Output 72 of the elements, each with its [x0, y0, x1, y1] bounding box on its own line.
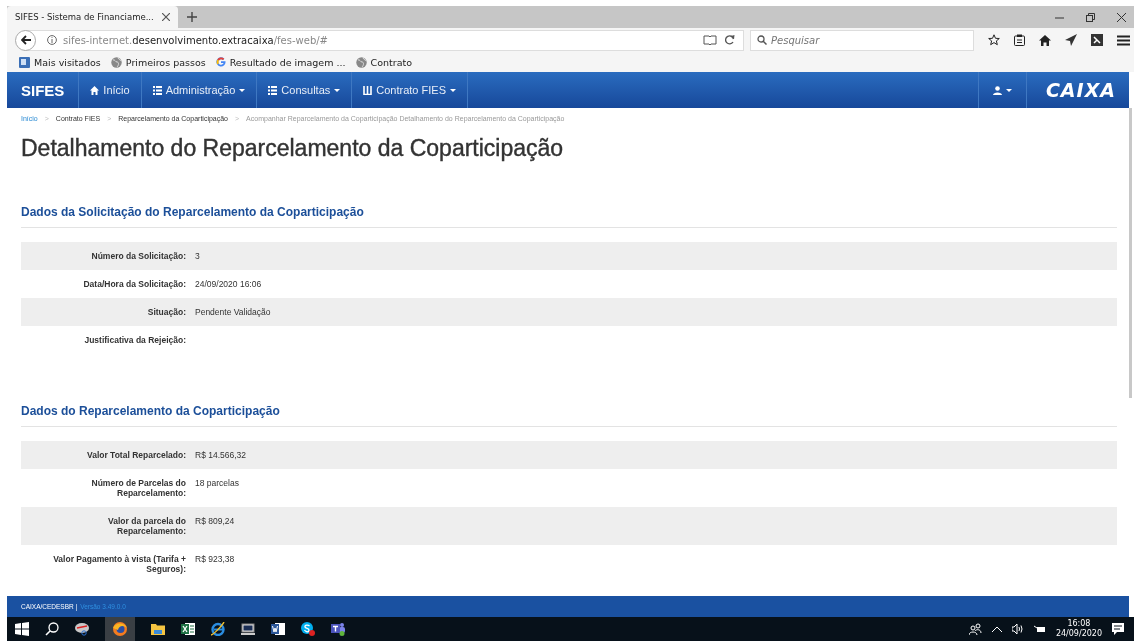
star-icon[interactable] — [988, 34, 1000, 46]
file-explorer-icon[interactable] — [151, 622, 165, 636]
volume-icon[interactable] — [1011, 624, 1024, 634]
reader-view-icon[interactable] — [703, 35, 717, 45]
field-label: Número da Solicitação: — [90, 251, 186, 261]
globe-icon — [355, 56, 367, 68]
chevron-up-icon[interactable] — [991, 626, 1002, 632]
field-label: Situação: — [146, 307, 186, 317]
extension-icon[interactable] — [1091, 34, 1103, 46]
snipping-tool-icon[interactable] — [75, 622, 89, 636]
field-value: R$ 14.566,32 — [195, 450, 248, 460]
google-icon — [215, 57, 226, 67]
search-icon — [757, 35, 767, 45]
bookmark-link[interactable]: Resultado de imagem ... — [215, 56, 346, 68]
scrollbar-thumb[interactable] — [1129, 108, 1132, 398]
firefox-icon[interactable] — [113, 622, 127, 636]
people-icon[interactable] — [968, 623, 982, 635]
bookmark-link[interactable]: Mais visitados — [19, 56, 101, 68]
search-icon[interactable] — [45, 622, 59, 636]
battery-plug-icon[interactable] — [1033, 625, 1046, 633]
notification-icon[interactable] — [1112, 623, 1124, 635]
bookmark-link[interactable]: Contrato — [355, 56, 412, 68]
field-label: Justificativa da Rejeição: — [83, 335, 186, 345]
bookmark-link[interactable]: Primeiros passos — [110, 56, 206, 68]
section-heading: Dados do Reparcelamento da Coparticipação — [21, 404, 1117, 427]
back-arrow-icon — [20, 35, 31, 45]
reload-icon[interactable] — [725, 35, 735, 45]
new-tab-icon[interactable] — [186, 12, 197, 22]
paper-plane-icon[interactable] — [1065, 34, 1077, 46]
caixa-logo: CAIXA — [1044, 78, 1117, 103]
close-icon[interactable] — [161, 13, 170, 21]
browser-tab[interactable]: SIFES - Sistema de Financiame... — [7, 6, 178, 28]
field-label: Valor Total Reparcelado: — [85, 450, 186, 460]
list-icon — [152, 85, 162, 95]
search-field[interactable]: Pesquisar — [750, 29, 974, 51]
field-label: Data/Hora da Solicitação: — [82, 279, 186, 289]
search-input[interactable]: Pesquisar — [771, 34, 951, 46]
url-text: sifes-internet.desenvolvimento.extracaixa/fes-web/# — [63, 34, 328, 46]
word-icon[interactable] — [271, 622, 285, 636]
field-value: R$ 923,38 — [195, 554, 236, 566]
clipboard-icon[interactable] — [1014, 34, 1025, 46]
list-icon — [268, 85, 278, 95]
globe-icon — [110, 56, 122, 68]
field-label: Número de Parcelas do Reparcelamento: — [90, 478, 186, 498]
taskbar-clock[interactable]: 16:08 24/09/2020 — [1055, 619, 1102, 639]
home-icon[interactable] — [1039, 34, 1051, 46]
excel-icon[interactable] — [181, 622, 195, 636]
bookmark-folder-icon — [19, 56, 30, 68]
computer-icon[interactable] — [241, 622, 255, 636]
page-title: Detalhamento do Reparcelamento da Coparticipação — [21, 135, 565, 162]
section-heading: Dados da Solicitação do Reparcelamento da Coparticipação — [21, 205, 1117, 228]
restore-icon[interactable] — [1086, 12, 1095, 22]
windows-start-icon[interactable] — [15, 622, 29, 636]
back-button[interactable] — [15, 29, 36, 51]
field-label: Valor Pagamento à vista (Tarifa + Seguros): — [52, 554, 186, 574]
skype-icon[interactable] — [301, 622, 315, 636]
info-icon — [47, 35, 57, 45]
field-label: Valor da parcela do Reparcelamento: — [107, 516, 186, 536]
caret-icon — [1005, 88, 1012, 92]
user-icon — [992, 85, 1002, 95]
field-value: R$ 809,24 — [195, 516, 236, 528]
taskbar-app-button[interactable] — [105, 617, 135, 641]
columns-icon — [363, 85, 373, 95]
field-value: 24/09/2020 16:06 — [195, 279, 263, 289]
field-value: 18 parcelas — [195, 478, 240, 490]
teams-icon[interactable] — [331, 622, 345, 636]
internet-explorer-icon[interactable] — [211, 622, 225, 636]
menu-icon[interactable] — [1117, 34, 1130, 46]
field-value: 3 — [195, 251, 201, 261]
close-icon[interactable] — [1117, 12, 1126, 22]
field-value: Pendente Validação — [195, 307, 272, 317]
home-icon — [90, 85, 100, 95]
